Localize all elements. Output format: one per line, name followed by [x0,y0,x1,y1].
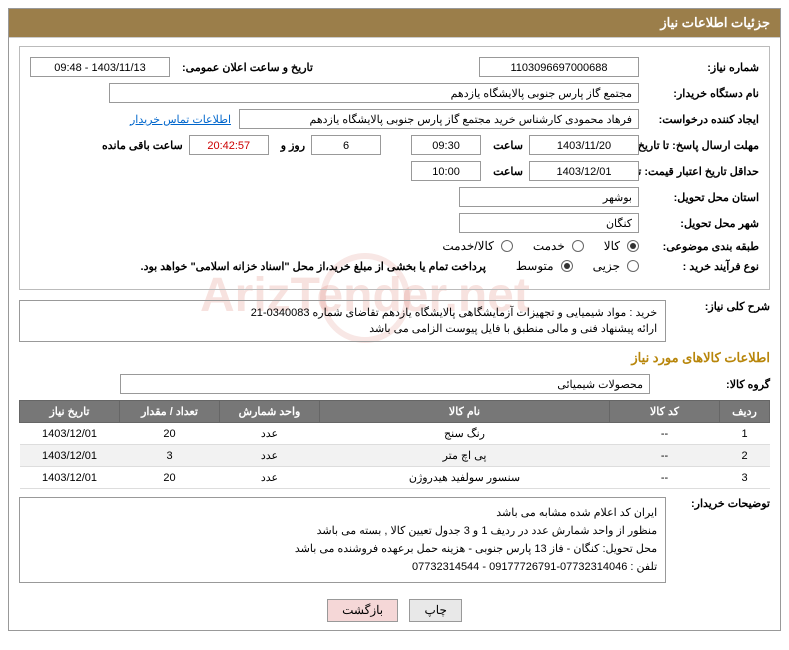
city-field: کنگان [459,213,639,233]
buyer-notes-line4: تلفن : 07732314046-09177726791 - 0773231… [28,558,657,576]
radio-goods-service-label: کالا/خدمت [442,239,493,253]
price-time-field: 10:00 [411,161,481,181]
cell-name: سنسور سولفید هیدروژن [320,467,610,489]
days-label: روز و [275,139,305,152]
goods-info-title: اطلاعات کالاهای مورد نیاز [19,350,770,366]
goods-group-field: محصولات شیمیائی [120,374,650,394]
radio-goods-label: کالا [604,239,620,253]
cell-qty: 3 [120,445,220,467]
announce-label: تاریخ و ساعت اعلان عمومی: [176,61,313,74]
province-label: استان محل تحویل: [639,191,759,204]
table-row: 3--سنسور سولفید هیدروژنعدد201403/12/01 [20,467,770,489]
table-row: 1--رنگ سنجعدد201403/12/01 [20,423,770,445]
th-code: کد کالا [610,401,720,423]
need-number-label: شماره نیاز: [639,61,759,74]
process-note: پرداخت تمام یا بخشی از مبلغ خرید،از محل … [141,260,486,273]
th-row: ردیف [720,401,770,423]
response-deadline-label: مهلت ارسال پاسخ: تا تاریخ: [639,139,759,152]
need-desc-line1: خرید : مواد شیمیایی و تجهیزات آزمایشگاهی… [28,305,657,321]
contact-link[interactable]: اطلاعات تماس خریدار [130,113,231,126]
province-field: بوشهر [459,187,639,207]
radio-medium[interactable] [561,260,573,272]
radio-service[interactable] [572,240,584,252]
days-field: 6 [311,135,381,155]
time-label-1: ساعت [487,139,523,152]
cell-code: -- [610,445,720,467]
th-qty: تعداد / مقدار [120,401,220,423]
radio-medium-label: متوسط [516,259,554,273]
main-info-box: شماره نیاز: 1103096697000688 تاریخ و ساع… [19,46,770,290]
cell-date: 1403/12/01 [20,467,120,489]
back-button[interactable]: بازگشت [327,599,398,622]
panel-title: جزئیات اطلاعات نیاز [9,9,780,37]
radio-service-label: خدمت [533,239,565,253]
need-desc-box: خرید : مواد شیمیایی و تجهیزات آزمایشگاهی… [19,300,666,342]
goods-table: ردیف کد کالا نام کالا واحد شمارش تعداد /… [19,400,770,489]
cell-date: 1403/12/01 [20,445,120,467]
buyer-org-label: نام دستگاه خریدار: [639,87,759,100]
cell-unit: عدد [220,467,320,489]
need-number-field: 1103096697000688 [479,57,639,77]
need-desc-label: شرح کلی نیاز: [666,300,770,313]
cell-code: -- [610,423,720,445]
radio-goods[interactable] [627,240,639,252]
cell-idx: 3 [720,467,770,489]
remain-label: ساعت باقی مانده [96,139,183,152]
buyer-notes-box: ایران کد اعلام شده مشابه می باشد منظور ا… [19,497,666,583]
response-time-field: 09:30 [411,135,481,155]
cell-name: رنگ سنج [320,423,610,445]
cell-idx: 1 [720,423,770,445]
process-label: نوع فرآیند خرید : [639,260,759,273]
response-date-field: 1403/11/20 [529,135,639,155]
process-radio-group: جزیی متوسط [516,259,639,273]
cell-code: -- [610,467,720,489]
radio-goods-service[interactable] [501,240,513,252]
radio-partial-label: جزیی [593,259,620,273]
announce-field: 1403/11/13 - 09:48 [30,57,170,77]
requester-field: فرهاد محمودی کارشناس خرید مجتمع گاز پارس… [239,109,639,129]
cell-unit: عدد [220,445,320,467]
category-radio-group: کالا خدمت کالا/خدمت [442,239,639,253]
goods-group-label: گروه کالا: [650,378,770,391]
th-date: تاریخ نیاز [20,401,120,423]
requester-label: ایجاد کننده درخواست: [639,113,759,126]
buyer-notes-line2: منظور از واحد شمارش عدد در ردیف 1 و 3 جد… [28,522,657,540]
cell-qty: 20 [120,467,220,489]
category-label: طبقه بندی موضوعی: [639,240,759,253]
remain-time-field: 20:42:57 [189,135,269,155]
time-label-2: ساعت [487,165,523,178]
th-unit: واحد شمارش [220,401,320,423]
buyer-notes-line3: محل تحویل: کنگان - فاز 13 پارس جنوبی - ه… [28,540,657,558]
cell-name: پی اچ متر [320,445,610,467]
price-validity-label: حداقل تاریخ اعتبار قیمت: تا تاریخ: [639,165,759,178]
cell-qty: 20 [120,423,220,445]
th-name: نام کالا [320,401,610,423]
cell-date: 1403/12/01 [20,423,120,445]
buyer-org-field: مجتمع گاز پارس جنوبی پالایشگاه یازدهم [109,83,639,103]
need-desc-line2: ارائه پیشنهاد فنی و مالی منطبق با فایل پ… [28,321,657,337]
table-row: 2--پی اچ مترعدد31403/12/01 [20,445,770,467]
cell-unit: عدد [220,423,320,445]
buyer-notes-label: توضیحات خریدار: [666,497,770,510]
cell-idx: 2 [720,445,770,467]
print-button[interactable]: چاپ [409,599,461,622]
buyer-notes-line1: ایران کد اعلام شده مشابه می باشد [28,504,657,522]
radio-partial[interactable] [627,260,639,272]
city-label: شهر محل تحویل: [639,217,759,230]
price-date-field: 1403/12/01 [529,161,639,181]
